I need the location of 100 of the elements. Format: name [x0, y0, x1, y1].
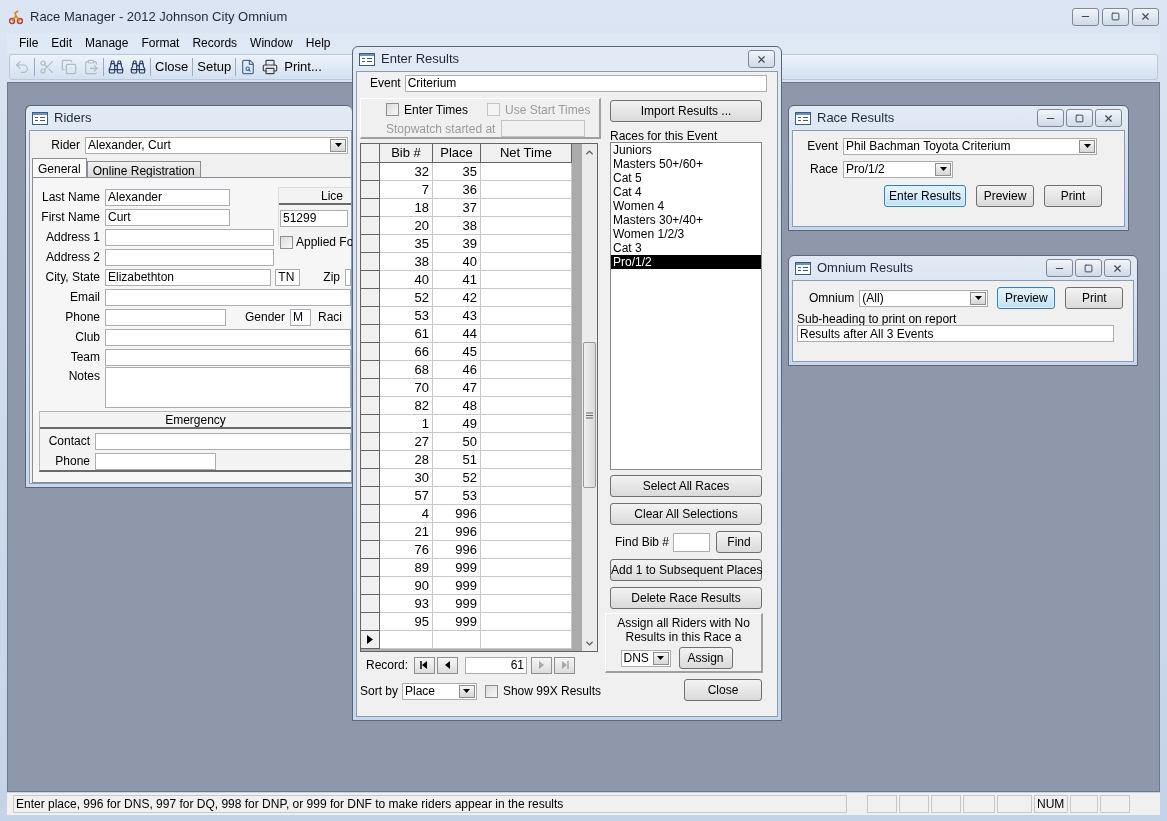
toolbar-button[interactable]: Setup: [197, 57, 232, 77]
text-field[interactable]: Curt: [105, 208, 230, 226]
table-cell: 999: [433, 577, 481, 595]
text-field[interactable]: Elizabethton: [105, 268, 272, 286]
list-item[interactable]: Masters 30+/40+: [611, 213, 761, 227]
checkbox[interactable]: [280, 235, 293, 249]
dropdown-arrow-button[interactable]: [935, 162, 951, 176]
list-item[interactable]: Cat 4: [611, 185, 761, 199]
tab[interactable]: Online Registration: [86, 161, 201, 177]
menu-item[interactable]: Manage: [85, 34, 129, 52]
assign-button[interactable]: Assign: [678, 647, 733, 669]
clear-selections-button[interactable]: Clear All Selections: [610, 503, 762, 525]
race-dropdown[interactable]: Pro/1/2: [843, 160, 953, 178]
record-number-field[interactable]: 61: [465, 656, 528, 674]
dropdown-arrow-button[interactable]: [1079, 139, 1095, 153]
menu-item[interactable]: Help: [305, 34, 331, 52]
close-button[interactable]: [1095, 109, 1122, 127]
scroll-down-icon[interactable]: [584, 638, 595, 649]
column-header[interactable]: Bib #: [380, 144, 433, 163]
omnium-dropdown[interactable]: (All): [859, 289, 989, 307]
text-field[interactable]: [105, 328, 351, 346]
text-field[interactable]: Alexander: [105, 188, 230, 206]
text-field[interactable]: [105, 248, 274, 266]
text-field[interactable]: [95, 432, 351, 450]
column-header[interactable]: Net Time: [481, 144, 572, 163]
text-field[interactable]: [95, 452, 216, 470]
list-item[interactable]: Women 1/2/3: [611, 227, 761, 241]
binoculars-icon[interactable]: [130, 59, 146, 75]
checkbox[interactable]: [484, 684, 498, 698]
list-item[interactable]: Cat 5: [611, 171, 761, 185]
list-item[interactable]: Women 4: [611, 199, 761, 213]
scroll-up-icon[interactable]: [584, 147, 595, 158]
record-nav-button[interactable]: [414, 656, 436, 674]
scrollbar-thumb[interactable]: [583, 342, 596, 488]
checkbox[interactable]: [386, 103, 399, 116]
sort-dropdown[interactable]: Place: [402, 682, 477, 700]
text-field[interactable]: TN: [275, 268, 301, 286]
action-button[interactable]: Print: [1044, 185, 1102, 207]
table-cell: 39: [433, 235, 481, 253]
vertical-scrollbar[interactable]: [582, 144, 597, 651]
maximize-button[interactable]: [1066, 109, 1093, 127]
dropdown-arrow-button[interactable]: [970, 291, 987, 305]
close-button[interactable]: [1104, 259, 1131, 277]
table-cell: 30: [380, 469, 433, 487]
text-field[interactable]: [105, 308, 226, 326]
dropdown-arrow-button[interactable]: [330, 138, 346, 152]
list-item[interactable]: Cat 3: [611, 241, 761, 255]
menu-item[interactable]: Format: [141, 34, 180, 52]
record-nav-button[interactable]: [437, 656, 459, 674]
minimize-button[interactable]: [1037, 109, 1064, 127]
table-cell: 999: [433, 559, 481, 577]
select-all-corner[interactable]: [361, 144, 380, 163]
toolbar-button[interactable]: Print...: [284, 57, 322, 77]
field-label: Record:: [366, 657, 409, 674]
menu-item[interactable]: Window: [250, 34, 293, 52]
column-header[interactable]: Place: [433, 144, 481, 163]
binoculars-icon[interactable]: [108, 59, 124, 75]
text-field[interactable]: [105, 348, 351, 366]
text-field[interactable]: [345, 268, 351, 286]
minimize-button[interactable]: [1046, 259, 1073, 277]
event-dropdown[interactable]: Phil Bachman Toyota Criterium: [843, 137, 1097, 155]
assign-code-dropdown[interactable]: DNS: [620, 649, 671, 667]
rider-dropdown[interactable]: Alexander, Curt: [85, 136, 348, 154]
tab[interactable]: General: [32, 158, 87, 177]
action-button[interactable]: Preview: [976, 185, 1034, 207]
dropdown-arrow-button[interactable]: [652, 651, 669, 665]
toolbar-button[interactable]: Close: [155, 57, 189, 77]
text-field[interactable]: [105, 288, 351, 306]
list-item[interactable]: Pro/1/2: [611, 255, 761, 269]
list-item[interactable]: Masters 50+/60+: [611, 157, 761, 171]
subheading-field[interactable]: Results after All 3 Events: [797, 325, 1114, 342]
find-bib-field[interactable]: [673, 532, 711, 552]
delete-results-button[interactable]: Delete Race Results: [610, 587, 762, 609]
import-results-button[interactable]: Import Results ...: [610, 100, 762, 122]
maximize-button[interactable]: [1075, 259, 1102, 277]
add-places-button[interactable]: Add 1 to Subsequent Places: [610, 559, 762, 581]
menu-item[interactable]: File: [19, 34, 39, 52]
minimize-button[interactable]: [1072, 7, 1099, 26]
text-field[interactable]: [105, 228, 274, 246]
find-button[interactable]: Find: [716, 531, 762, 553]
row-selector[interactable]: [361, 631, 380, 649]
printer-icon[interactable]: [262, 59, 279, 75]
close-button[interactable]: Close: [684, 679, 762, 701]
action-button[interactable]: Preview: [997, 287, 1056, 309]
print-preview-icon[interactable]: [240, 59, 257, 75]
menu-item[interactable]: Records: [192, 34, 238, 52]
select-all-button[interactable]: Select All Races: [610, 475, 762, 497]
list-item[interactable]: Juniors: [611, 143, 761, 157]
dropdown-arrow-button[interactable]: [458, 684, 475, 698]
maximize-button[interactable]: [1102, 7, 1129, 26]
text-field[interactable]: [501, 120, 586, 137]
close-button[interactable]: [1132, 7, 1159, 26]
action-button[interactable]: Print: [1065, 287, 1124, 309]
menu-item[interactable]: Edit: [51, 34, 73, 52]
text-field[interactable]: Criterium: [404, 74, 767, 92]
action-button[interactable]: Enter Results: [884, 185, 966, 207]
close-button[interactable]: [748, 50, 775, 68]
notes-field[interactable]: [105, 367, 351, 408]
text-field[interactable]: M: [290, 308, 312, 326]
text-field[interactable]: 51299: [280, 209, 348, 227]
